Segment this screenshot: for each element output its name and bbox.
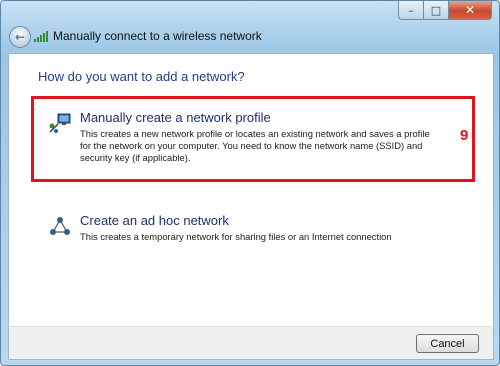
wizard-window: – □ ✕ ← Manually connect to a wireless n… <box>0 0 500 366</box>
wireless-signal-icon <box>34 31 48 42</box>
caption-buttons: – □ ✕ <box>398 1 492 20</box>
window-title: Manually connect to a wireless network <box>53 29 262 43</box>
minimize-button[interactable]: – <box>398 1 424 20</box>
cancel-button[interactable]: Cancel <box>416 334 479 353</box>
ad-hoc-network-icon <box>50 217 70 235</box>
option-description: This creates a temporary network for sha… <box>80 231 392 242</box>
content-area: How do you want to add a network? Manual… <box>8 53 494 327</box>
back-button[interactable]: ← <box>9 26 31 48</box>
back-arrow-icon: ← <box>14 30 26 44</box>
annotation-number: 9 <box>460 127 469 144</box>
maximize-button[interactable]: □ <box>424 1 449 20</box>
option-title[interactable]: Create an ad hoc network <box>80 213 229 228</box>
option-ad-hoc[interactable]: Create an ad hoc network This creates a … <box>49 213 479 253</box>
title-bar: – □ ✕ ← Manually connect to a wireless n… <box>1 1 499 53</box>
page-heading: How do you want to add a network? <box>38 69 245 84</box>
close-button[interactable]: ✕ <box>449 1 492 20</box>
footer-bar: Cancel <box>8 326 494 360</box>
annotation-highlight-box <box>31 96 475 182</box>
